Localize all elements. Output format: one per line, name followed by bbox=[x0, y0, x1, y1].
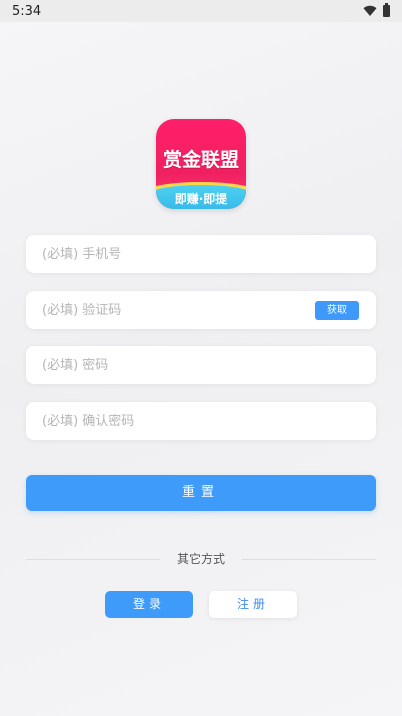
get-code-button[interactable]: 获取 bbox=[315, 301, 359, 320]
divider-left bbox=[26, 559, 160, 560]
battery-icon bbox=[383, 3, 390, 17]
login-button[interactable]: 登录 bbox=[105, 591, 193, 618]
status-bar: 5:34 bbox=[0, 0, 402, 22]
confirm-password-input[interactable] bbox=[42, 413, 360, 429]
verification-code-input[interactable] bbox=[42, 302, 360, 318]
phone-field[interactable] bbox=[26, 235, 376, 273]
confirm-password-field[interactable] bbox=[26, 402, 376, 440]
password-field[interactable] bbox=[26, 346, 376, 384]
app-logo: 赏金联盟 即赚·即提 bbox=[156, 119, 246, 209]
password-input[interactable] bbox=[42, 357, 360, 373]
logo-subtitle: 即赚·即提 bbox=[174, 192, 228, 206]
status-icons bbox=[363, 3, 390, 17]
verification-code-field[interactable]: 获取 bbox=[26, 291, 376, 329]
phone-input[interactable] bbox=[42, 246, 360, 262]
logo-title: 赏金联盟 bbox=[162, 149, 239, 171]
wifi-icon bbox=[363, 5, 377, 16]
other-methods-label: 其它方式 bbox=[176, 552, 225, 566]
register-button[interactable]: 注册 bbox=[209, 591, 297, 618]
reset-button[interactable]: 重置 bbox=[26, 475, 376, 511]
divider-right bbox=[242, 559, 376, 560]
status-time: 5:34 bbox=[12, 3, 42, 19]
